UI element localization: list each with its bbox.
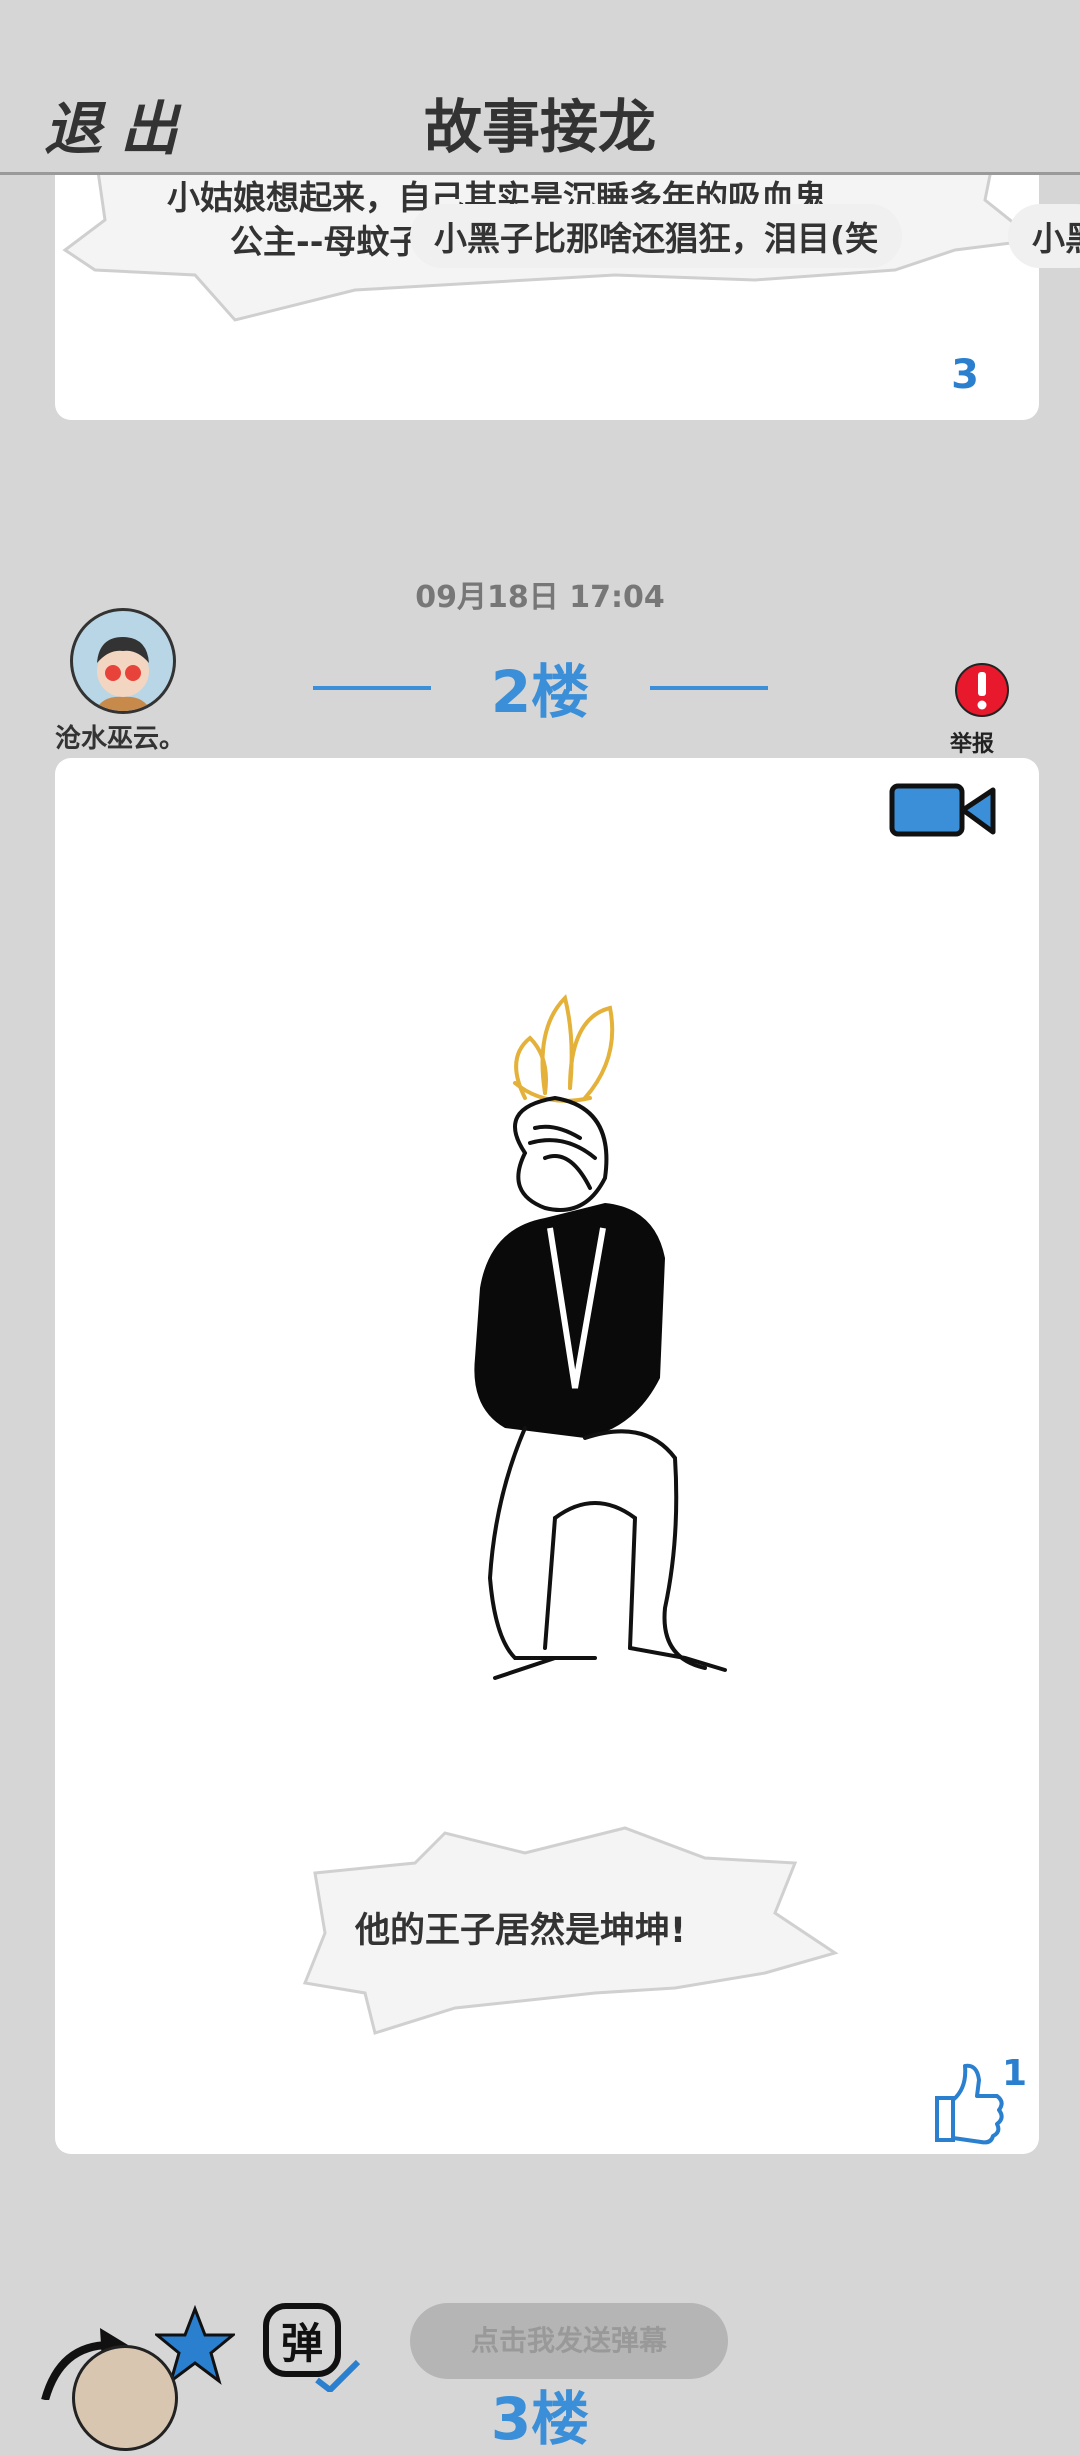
video-icon[interactable] <box>889 780 999 840</box>
thumbs-up-icon[interactable] <box>927 2058 1007 2146</box>
next-floor-label: 3楼 <box>490 2385 590 2453</box>
floor-label: 2楼 <box>490 658 590 726</box>
bubble-text-line2: 公主--母蚊子 <box>230 222 423 261</box>
caption-text: 他的王子居然是坤坤! <box>355 1911 686 1951</box>
danmaku-item: 小黑 <box>1008 204 1080 268</box>
drawing-figure <box>474 994 727 1680</box>
like-count: 3 <box>951 352 979 398</box>
top-bar: 退出 故事接龙 <box>0 0 1080 175</box>
floor-divider-right <box>650 686 768 690</box>
previous-story-card: 小姑娘想起来，自己其实是沉睡多年的吸血鬼 公主--母蚊子 3 <box>55 148 1039 420</box>
post-timestamp: 09月18日 17:04 <box>415 580 665 615</box>
page-title: 故事接龙 <box>423 93 656 161</box>
story-card: 他的王子居然是坤坤! 1 <box>55 758 1039 2154</box>
send-danmaku-button[interactable]: 点击我发送弹幕 <box>410 2303 728 2379</box>
svg-text:弹: 弹 <box>281 2319 323 2368</box>
danmaku-item: 小黑子比那啥还猖狂，泪目(笑 <box>410 204 903 268</box>
report-label[interactable]: 举报 <box>950 726 994 758</box>
like-count: 1 <box>1001 2053 1027 2094</box>
report-icon[interactable] <box>954 660 1010 724</box>
